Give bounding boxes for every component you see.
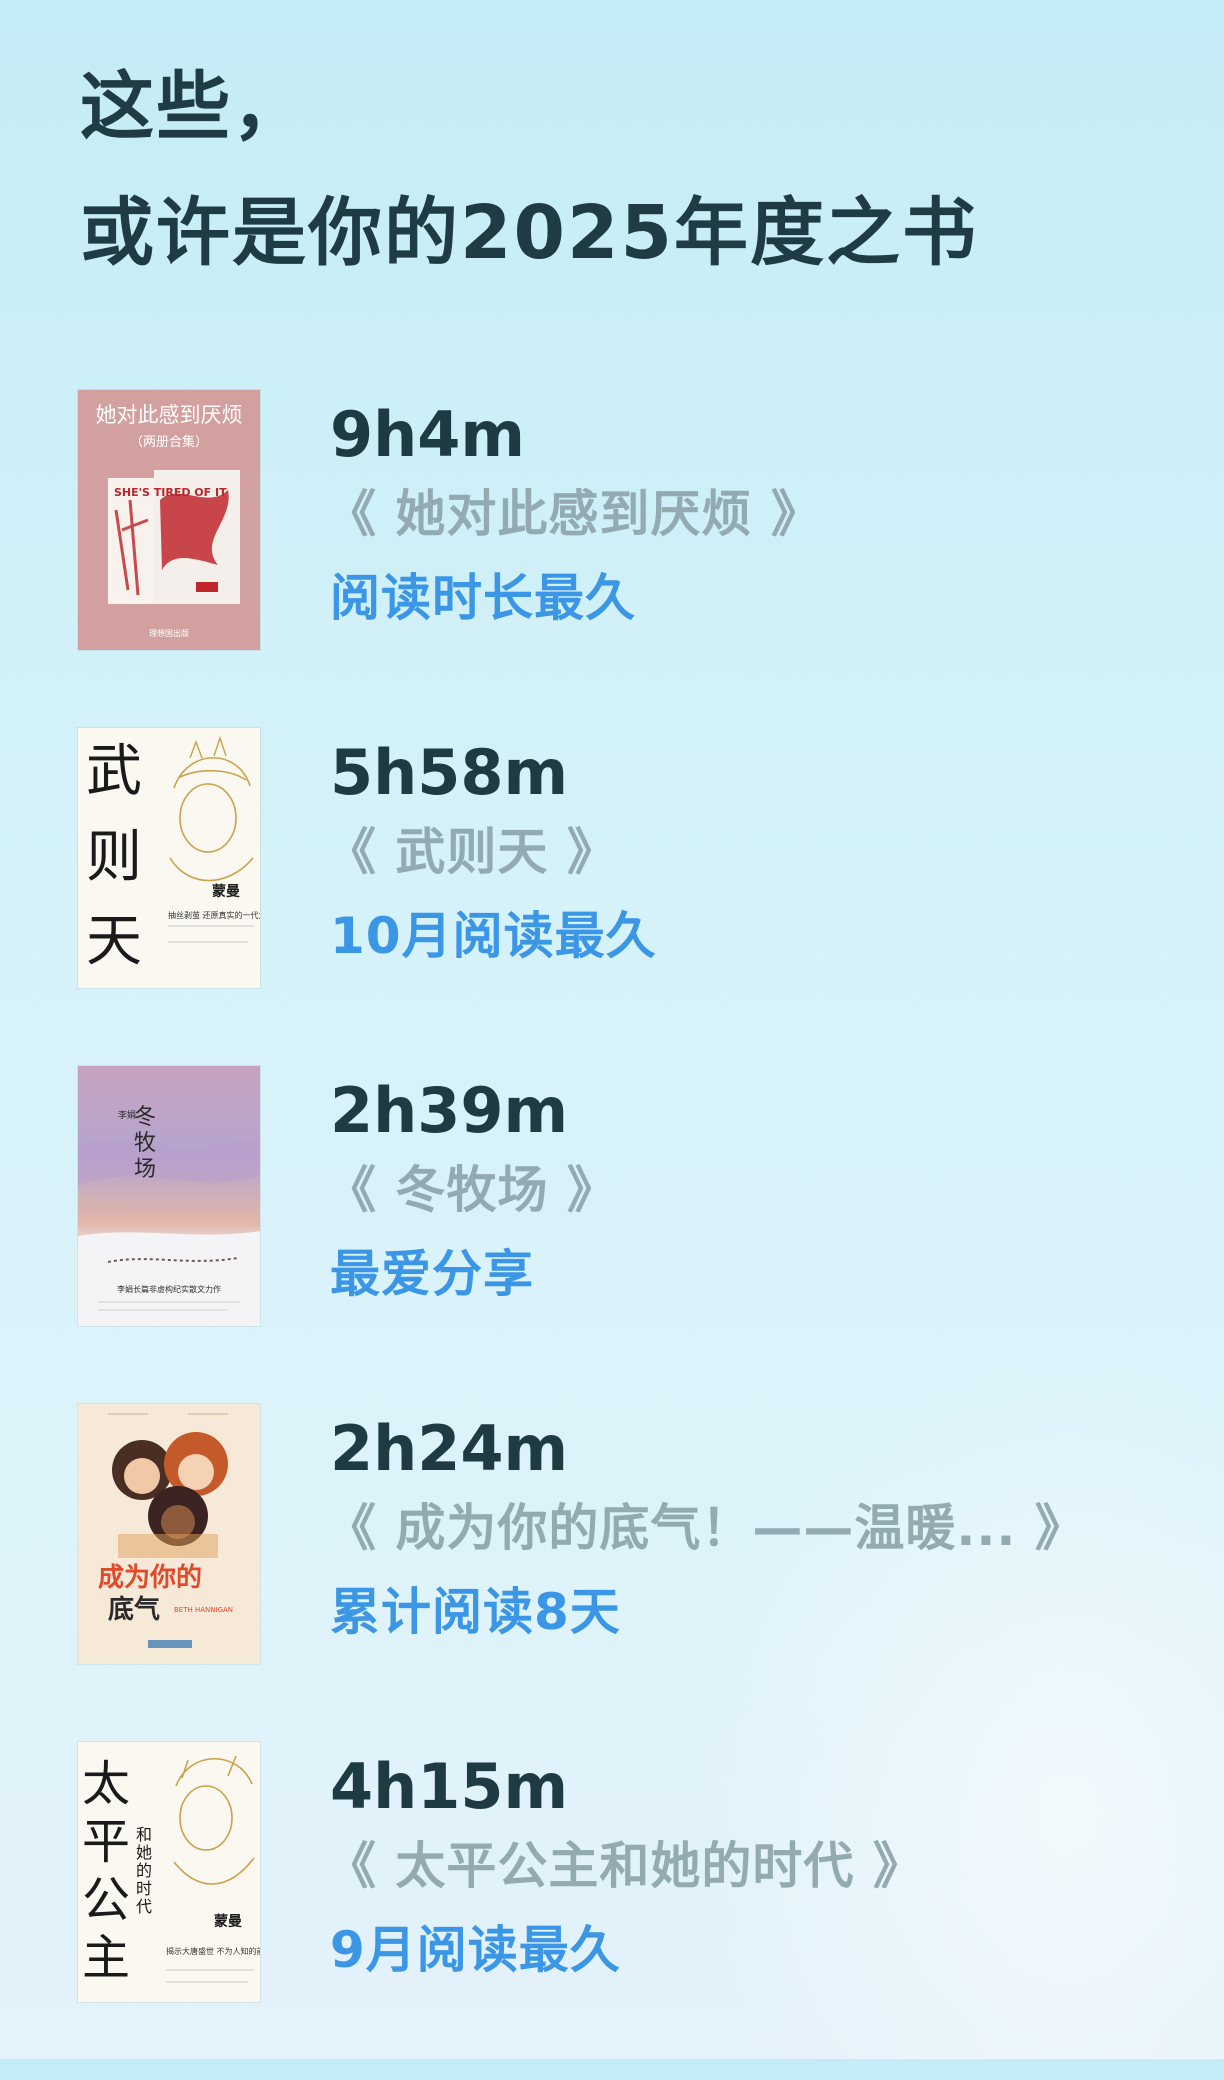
cover-title-char: 武 bbox=[86, 739, 142, 804]
cover-author: 蒙曼 bbox=[212, 883, 240, 900]
book-cover-art-2: 武 则 天 蒙曼 抽丝剥茧 还原真实的一代女皇武则天 bbox=[78, 728, 260, 988]
cover-subtitle-char: 代 bbox=[136, 1897, 152, 1916]
reading-duration: 4h15m bbox=[330, 1750, 569, 1823]
book-cover[interactable]: 成为你的 底气 BETH HANNIGAN bbox=[78, 1404, 260, 1664]
cover-title-char: 冬 bbox=[134, 1105, 156, 1130]
cover-spine-text: SHE'S TIRED OF IT bbox=[114, 486, 227, 499]
cover-tagline: 揭示大唐盛世 不为人知的前夜 bbox=[166, 1946, 260, 1956]
cover-title-char: 场 bbox=[134, 1157, 156, 1182]
book-title[interactable]: 《 成为你的底气！——温暖... 》 bbox=[326, 1498, 1086, 1558]
page-title-line-2: 或许是你的2025年度之书 bbox=[80, 190, 978, 276]
cover-author: 李娟 bbox=[118, 1109, 136, 1121]
book-item[interactable]: 冬 牧 场 李娟 李娟长篇非虚构纪实散文力作 2h39m 《 冬牧场 》 最爱分… bbox=[0, 1066, 1224, 1326]
cover-subtitle-char: 的 bbox=[136, 1861, 152, 1880]
page-title-line-1: 这些， bbox=[80, 64, 308, 150]
book-cover[interactable]: 太 平 公 主 和 她 的 时 代 蒙曼 揭示大唐盛世 不为人知的前夜 bbox=[78, 1742, 260, 2002]
cover-title-char: 平 bbox=[82, 1814, 130, 1870]
cover-title-char: 则 bbox=[86, 825, 142, 890]
book-item[interactable]: 武 则 天 蒙曼 抽丝剥茧 还原真实的一代女皇武则天 5h58m 《 武则天 》… bbox=[0, 728, 1224, 988]
book-title[interactable]: 《 她对此感到厌烦 》 bbox=[326, 484, 822, 544]
book-cover[interactable]: 冬 牧 场 李娟 李娟长篇非虚构纪实散文力作 bbox=[78, 1066, 260, 1326]
cover-subtitle: （两册合集） bbox=[130, 434, 208, 450]
achievement-badge: 累计阅读8天 bbox=[330, 1583, 621, 1641]
cover-tagline: 抽丝剥茧 还原真实的一代女皇武则天 bbox=[168, 910, 260, 920]
achievement-badge: 10月阅读最久 bbox=[330, 907, 657, 965]
cover-tagline: 李娟长篇非虚构纪实散文力作 bbox=[117, 1284, 221, 1294]
cover-title-char: 公 bbox=[82, 1872, 130, 1928]
cover-publisher: 理想国出版 bbox=[149, 628, 189, 638]
book-cover-art-1: 她对此感到厌烦 （两册合集） SHE'S TIRED OF IT 理想国出版 bbox=[78, 390, 260, 650]
book-cover-art-4: 成为你的 底气 BETH HANNIGAN bbox=[78, 1404, 260, 1664]
page-title: 这些， 或许是你的2025年度之书 bbox=[80, 44, 978, 296]
cover-title-char: 主 bbox=[82, 1930, 130, 1986]
cover-title-char: 牧 bbox=[134, 1131, 156, 1156]
achievement-badge: 最爱分享 bbox=[330, 1245, 534, 1303]
reading-duration: 2h39m bbox=[330, 1074, 569, 1147]
book-item[interactable]: 太 平 公 主 和 她 的 时 代 蒙曼 揭示大唐盛世 不为人知的前夜 4h15… bbox=[0, 1742, 1224, 2002]
book-title[interactable]: 《 武则天 》 bbox=[326, 822, 618, 882]
book-title[interactable]: 《 冬牧场 》 bbox=[326, 1160, 618, 1220]
achievement-badge: 阅读时长最久 bbox=[330, 569, 636, 627]
achievement-badge: 9月阅读最久 bbox=[330, 1921, 621, 1979]
cover-subtitle-char: 时 bbox=[136, 1879, 152, 1898]
book-list: 她对此感到厌烦 （两册合集） SHE'S TIRED OF IT 理想国出版 9… bbox=[0, 390, 1224, 2080]
book-item[interactable]: 成为你的 底气 BETH HANNIGAN 2h24m 《 成为你的底气！——温… bbox=[0, 1404, 1224, 1664]
book-item[interactable]: 她对此感到厌烦 （两册合集） SHE'S TIRED OF IT 理想国出版 9… bbox=[0, 390, 1224, 650]
cover-title-char: 太 bbox=[82, 1756, 130, 1812]
cover-title-line-1: 成为你的 bbox=[98, 1562, 202, 1593]
cover-title-line-2: 底气 bbox=[108, 1594, 160, 1625]
cover-subtitle-char: 和 bbox=[136, 1825, 152, 1844]
reading-duration: 2h24m bbox=[330, 1412, 569, 1485]
cover-author: 蒙曼 bbox=[214, 1913, 242, 1930]
cover-subtitle-char: 她 bbox=[136, 1843, 152, 1862]
book-cover-art-3: 冬 牧 场 李娟 李娟长篇非虚构纪实散文力作 bbox=[78, 1066, 260, 1326]
book-title[interactable]: 《 太平公主和她的时代 》 bbox=[326, 1836, 924, 1896]
book-cover[interactable]: 武 则 天 蒙曼 抽丝剥茧 还原真实的一代女皇武则天 bbox=[78, 728, 260, 988]
reading-duration: 9h4m bbox=[330, 398, 526, 471]
book-cover[interactable]: 她对此感到厌烦 （两册合集） SHE'S TIRED OF IT 理想国出版 bbox=[78, 390, 260, 650]
book-cover-art-5: 太 平 公 主 和 她 的 时 代 蒙曼 揭示大唐盛世 不为人知的前夜 bbox=[78, 1742, 260, 2002]
reading-duration: 5h58m bbox=[330, 736, 569, 809]
cover-title: 她对此感到厌烦 bbox=[96, 403, 243, 427]
cover-title-char: 天 bbox=[86, 909, 142, 974]
cover-author: BETH HANNIGAN bbox=[174, 1606, 233, 1614]
